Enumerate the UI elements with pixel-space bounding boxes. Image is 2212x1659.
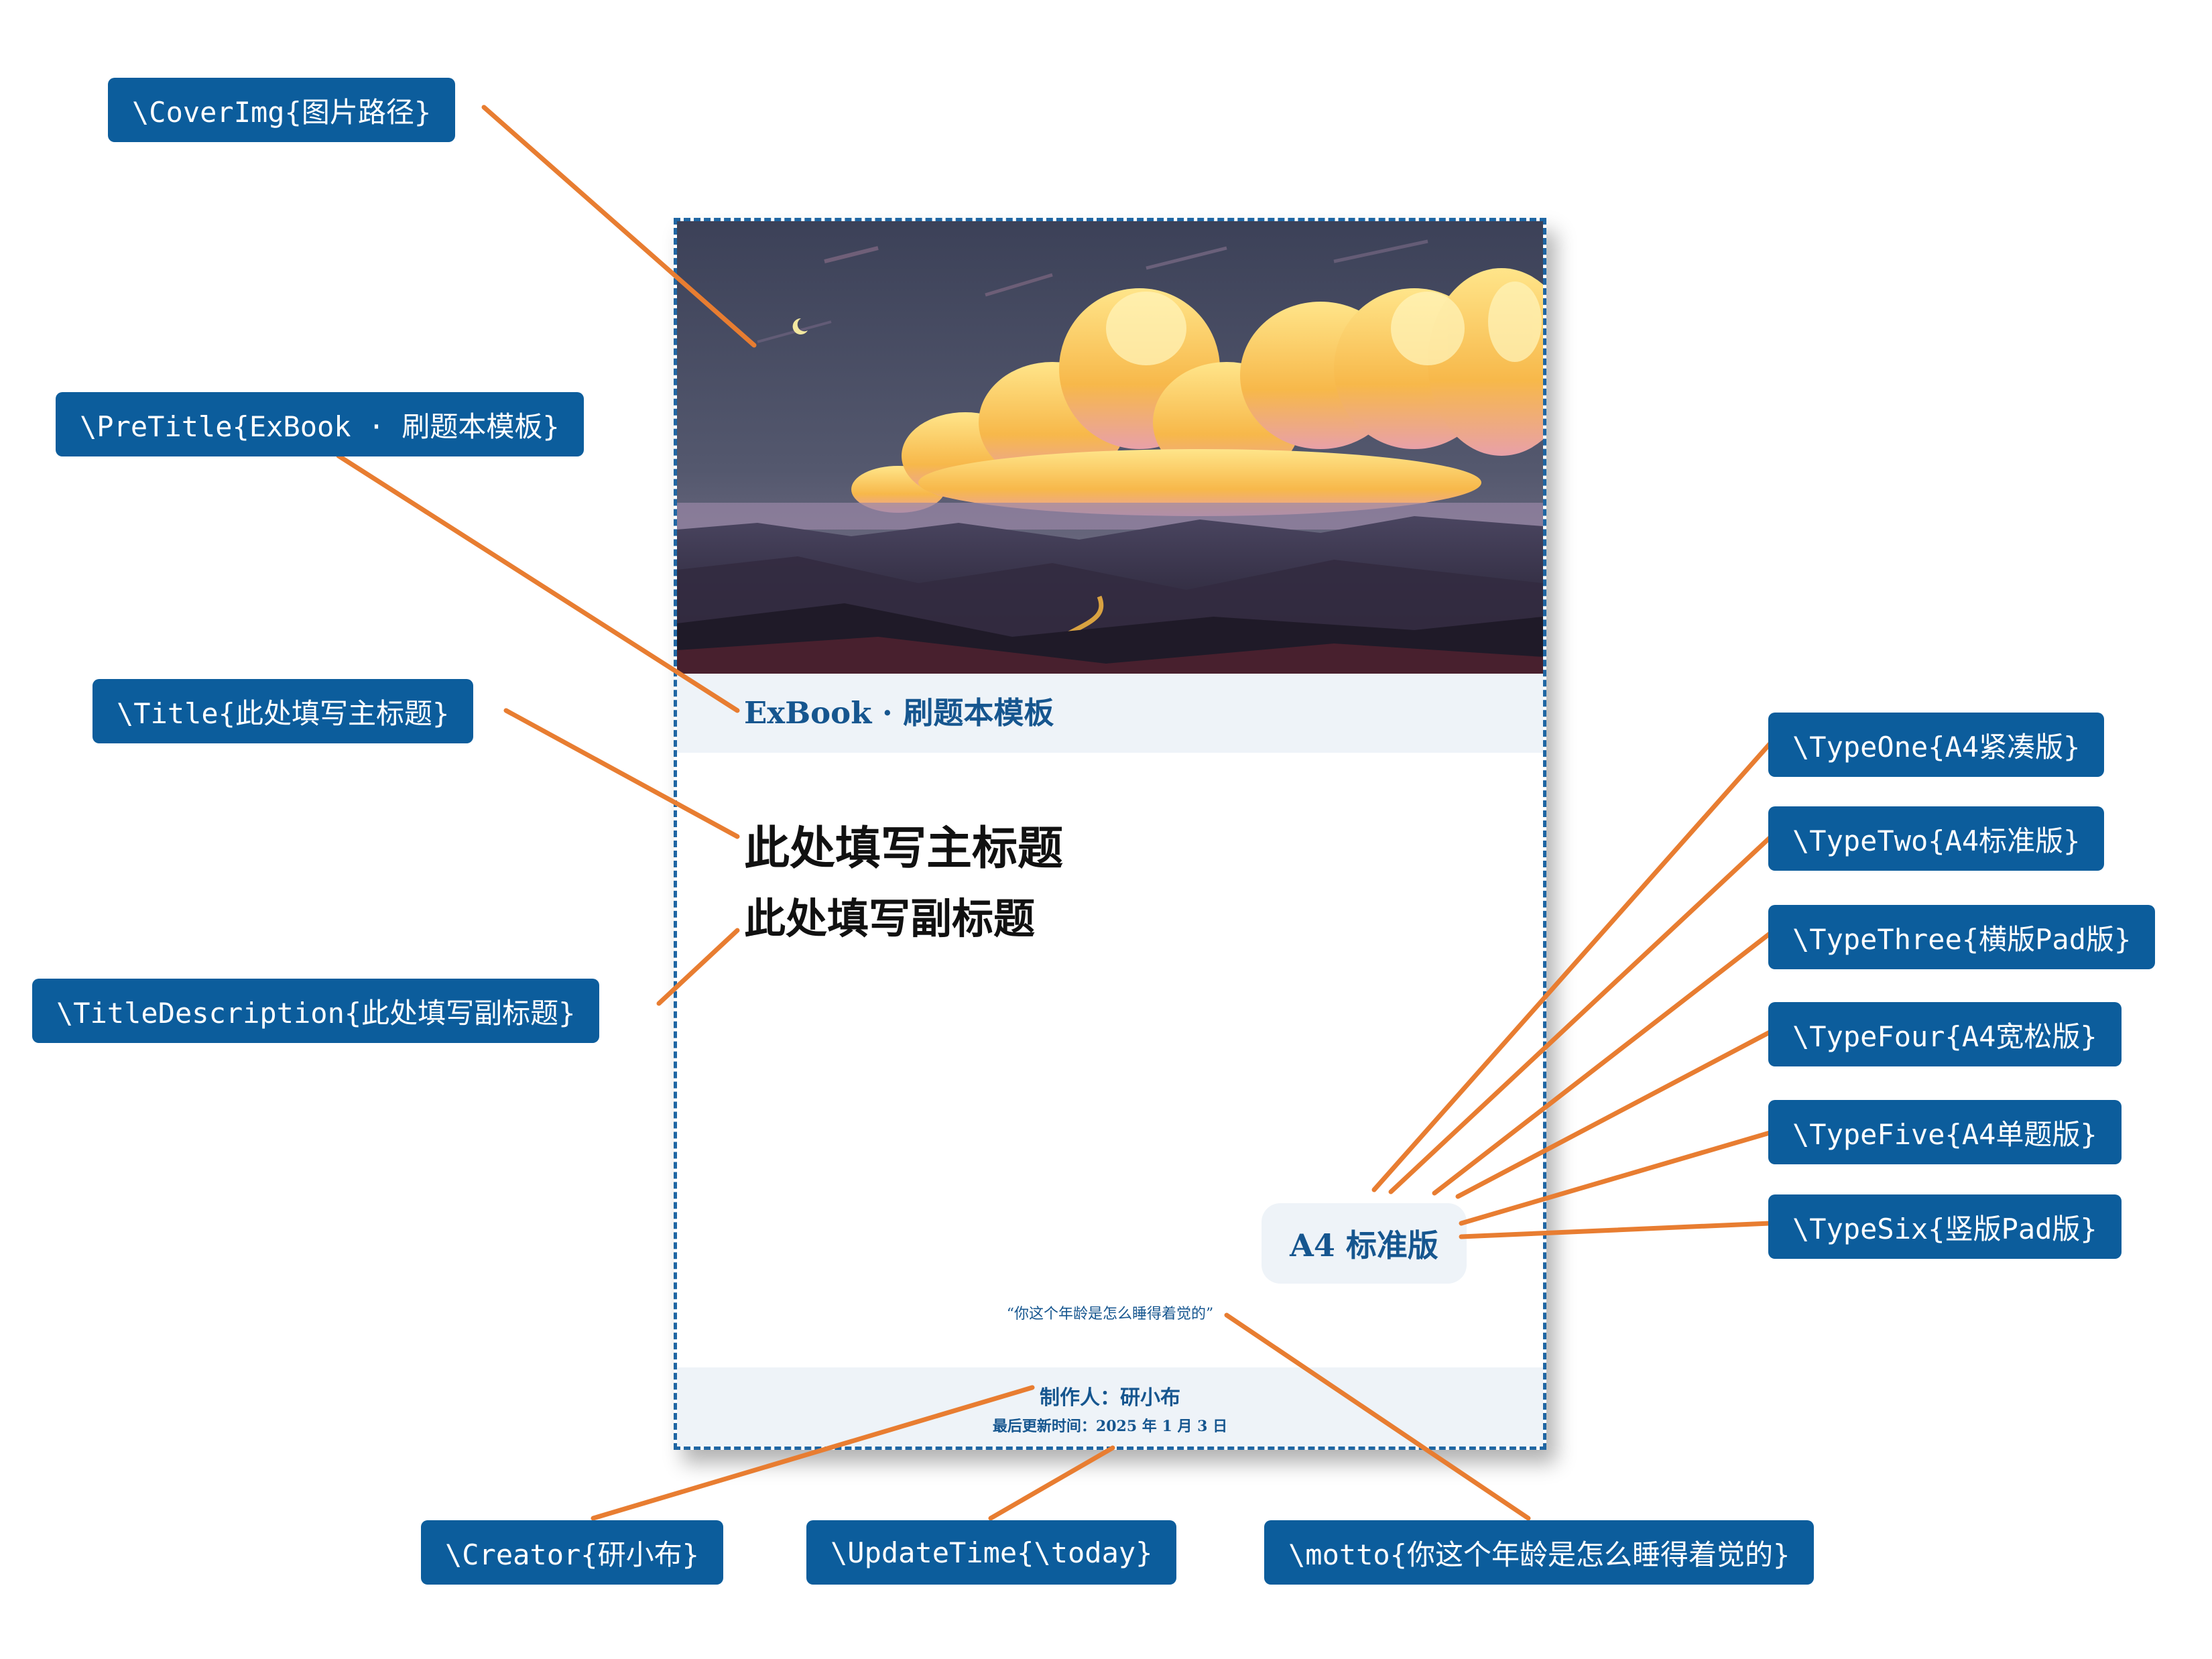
update-time-command-label: \UpdateTime{\today}	[806, 1520, 1177, 1585]
connector-update-time	[988, 1445, 1115, 1521]
cover-image	[677, 221, 1543, 674]
type-one-command-label: \TypeOne{A4紧凑版}	[1768, 713, 2105, 777]
type-three-command-label: \TypeThree{横版Pad版}	[1768, 905, 2156, 969]
type-two-command-label: \TypeTwo{A4标准版}	[1768, 806, 2105, 871]
pretitle-command-label: \PreTitle{ExBook · 刷题本模板}	[56, 392, 584, 456]
type-six-command-label: \TypeSix{竖版Pad版}	[1768, 1194, 2122, 1259]
motto-text: “你这个年龄是怎么睡得着觉的”	[1006, 1306, 1214, 1323]
update-time-text: 最后更新时间：2025 年 1 月 3 日	[992, 1418, 1228, 1435]
footer-band: 制作人：研小布 最后更新时间：2025 年 1 月 3 日	[677, 1367, 1543, 1447]
motto-command-label: \motto{你这个年龄是怎么睡得着觉的}	[1264, 1520, 1815, 1585]
type-five-command-label: \TypeFive{A4单题版}	[1768, 1100, 2122, 1164]
title-description-command-label: \TitleDescription{此处填写副标题}	[32, 979, 600, 1043]
pretitle-text: ExBook · 刷题本模板	[744, 695, 1054, 731]
creator-command-label: \Creator{研小布}	[421, 1520, 723, 1585]
cover-img-command-label: \CoverImg{图片路径}	[108, 78, 456, 142]
creator-text: 制作人：研小布	[1040, 1386, 1180, 1410]
sub-title: 此处填写副标题	[744, 894, 1036, 943]
title-command-label: \Title{此处填写主标题}	[93, 679, 474, 743]
cover-page: ExBook · 刷题本模板 此处填写主标题 此处填写副标题 A4 标准版 “你…	[674, 218, 1546, 1450]
pretitle-band: ExBook · 刷题本模板	[677, 674, 1543, 753]
main-title: 此处填写主标题	[744, 822, 1064, 875]
version-badge: A4 标准版	[1262, 1203, 1467, 1284]
type-four-command-label: \TypeFour{A4宽松版}	[1768, 1002, 2122, 1066]
